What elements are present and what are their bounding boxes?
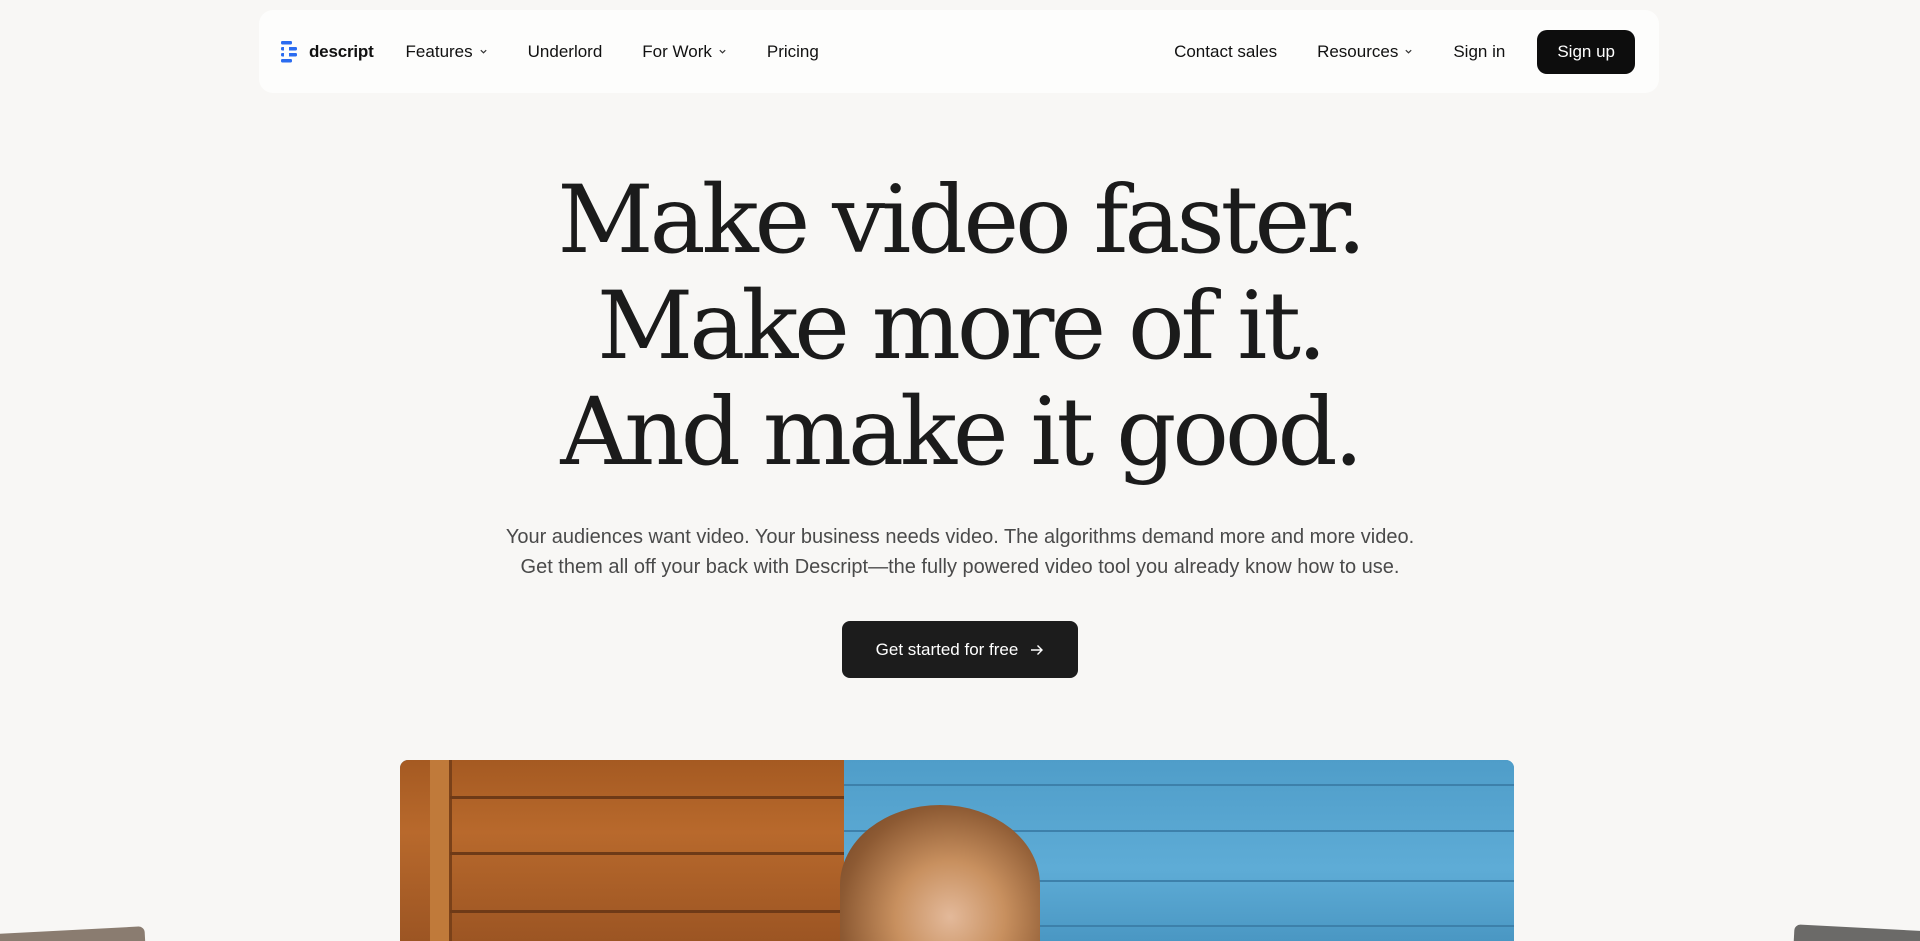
side-preview-card-right [1793, 924, 1920, 941]
get-started-label: Get started for free [875, 639, 1019, 659]
brand-name: descript [309, 41, 374, 61]
chevron-down-icon [1405, 49, 1412, 54]
nav-contact-sales[interactable]: Contact sales [1174, 42, 1277, 62]
nav-sign-in[interactable]: Sign in [1453, 42, 1505, 62]
hero-video-preview[interactable] [400, 760, 1514, 941]
descript-logo-icon [281, 40, 297, 62]
nav-underlord[interactable]: Underlord [528, 42, 603, 62]
hero-subtitle-line-2: Get them all off your back with Descript… [520, 556, 1400, 578]
nav-right-group: Contact sales Resources Sign in Sign up [1134, 29, 1635, 74]
side-preview-card-left [0, 926, 146, 941]
nav-pricing[interactable]: Pricing [767, 42, 819, 62]
nav-features[interactable]: Features [406, 42, 488, 62]
nav-for-work-label: For Work [642, 41, 712, 61]
hero-subtitle-line-1: Your audiences want video. Your business… [505, 526, 1415, 548]
nav-resources[interactable]: Resources [1317, 42, 1413, 62]
chevron-down-icon [719, 49, 726, 54]
top-navigation: descript Features Underlord For Work Pri… [259, 10, 1659, 93]
arrow-right-icon [1031, 644, 1044, 655]
hero-title-line-3: And make it good. [560, 378, 1363, 487]
hero-title-line-2: Make more of it. [597, 272, 1327, 381]
hero-title: Make video faster. Make more of it. And … [0, 168, 1920, 486]
nav-features-label: Features [405, 41, 473, 61]
sign-up-button[interactable]: Sign up [1537, 29, 1635, 74]
nav-contact-sales-label: Contact sales [1174, 41, 1278, 61]
hero-subtitle: Your audiences want video. Your business… [0, 522, 1920, 582]
chevron-down-icon [480, 49, 487, 54]
nav-pricing-label: Pricing [766, 41, 819, 61]
nav-sign-in-label: Sign in [1453, 41, 1506, 61]
nav-for-work[interactable]: For Work [642, 42, 727, 62]
hero-title-line-1: Make video faster. [557, 166, 1366, 275]
nav-underlord-label: Underlord [527, 41, 603, 61]
descript-logo[interactable]: descript [281, 40, 374, 64]
wood-wall-background [400, 760, 844, 941]
nav-resources-label: Resources [1317, 41, 1399, 61]
get-started-button[interactable]: Get started for free [842, 621, 1078, 678]
